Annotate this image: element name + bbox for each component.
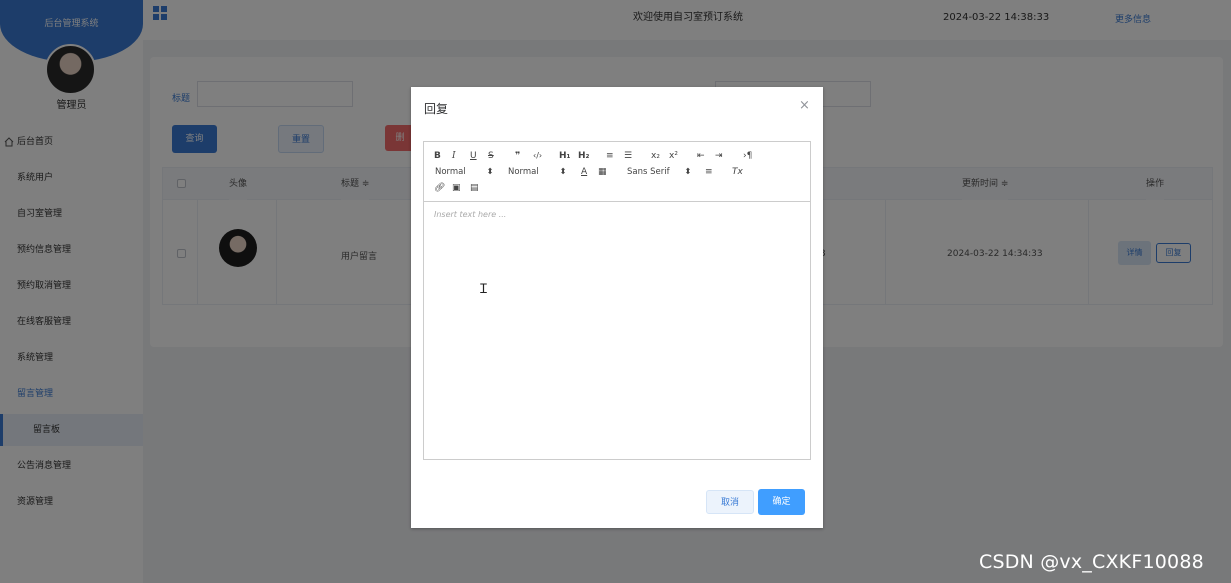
confirm-button[interactable]: 确定 [758, 489, 805, 515]
italic-icon[interactable]: I [452, 150, 456, 162]
bold-icon[interactable]: B [434, 150, 441, 162]
text-direction-icon[interactable]: ›¶ [743, 150, 752, 162]
text-cursor-icon: Ｉ [477, 282, 491, 297]
subscript-icon[interactable]: x₂ [651, 150, 660, 162]
dialog-title: 回复 [424, 102, 449, 116]
background-color-icon[interactable]: ▦ [598, 166, 607, 178]
rich-text-editor: B I U S ❞ ‹/› H₁ H₂ ≡ ☰ x₂ x² ⇤ ⇥ ›¶ Nor… [423, 141, 811, 460]
close-icon[interactable]: × [799, 98, 810, 113]
editor-toolbar: B I U S ❞ ‹/› H₁ H₂ ≡ ☰ x₂ x² ⇤ ⇥ ›¶ Nor… [424, 142, 810, 202]
size-select-value: Normal [508, 167, 539, 177]
reply-dialog: 回复 × B I U S ❞ ‹/› H₁ H₂ ≡ ☰ x₂ x² ⇤ ⇥ ›… [411, 87, 823, 528]
font-select-value: Sans Serif [627, 167, 670, 177]
cancel-button[interactable]: 取消 [706, 490, 754, 514]
outdent-icon[interactable]: ⇤ [697, 150, 705, 162]
chevron-updown-icon: ⬍ [559, 167, 567, 177]
header-select-value: Normal [435, 167, 466, 177]
video-icon[interactable]: ▤ [470, 182, 479, 194]
chevron-updown-icon: ⬍ [486, 167, 494, 177]
header-select[interactable]: Normal ⬍ [435, 166, 494, 178]
font-select[interactable]: Sans Serif ⬍ [627, 166, 691, 178]
chevron-updown-icon: ⬍ [684, 167, 692, 177]
image-icon[interactable]: ▣ [452, 182, 461, 194]
h1-icon[interactable]: H₁ [559, 150, 570, 162]
link-icon[interactable]: 🔗︎ [434, 182, 445, 194]
size-select[interactable]: Normal ⬍ [508, 166, 567, 178]
h2-icon[interactable]: H₂ [578, 150, 589, 162]
blockquote-icon[interactable]: ❞ [515, 150, 520, 162]
clear-format-icon[interactable]: Tx [732, 166, 743, 178]
code-block-icon[interactable]: ‹/› [533, 150, 542, 162]
ordered-list-icon[interactable]: ≡ [606, 150, 614, 162]
align-icon[interactable]: ≡ [705, 166, 713, 178]
bullet-list-icon[interactable]: ☰ [624, 150, 632, 162]
indent-icon[interactable]: ⇥ [715, 150, 723, 162]
superscript-icon[interactable]: x² [669, 150, 678, 162]
editor-placeholder[interactable]: Insert text here ... [434, 210, 506, 219]
text-color-icon[interactable]: A [581, 166, 587, 178]
underline-icon[interactable]: U [470, 150, 477, 162]
strike-icon[interactable]: S [488, 150, 494, 162]
csdn-watermark: CSDN @vx_CXKF10088 [979, 551, 1204, 573]
